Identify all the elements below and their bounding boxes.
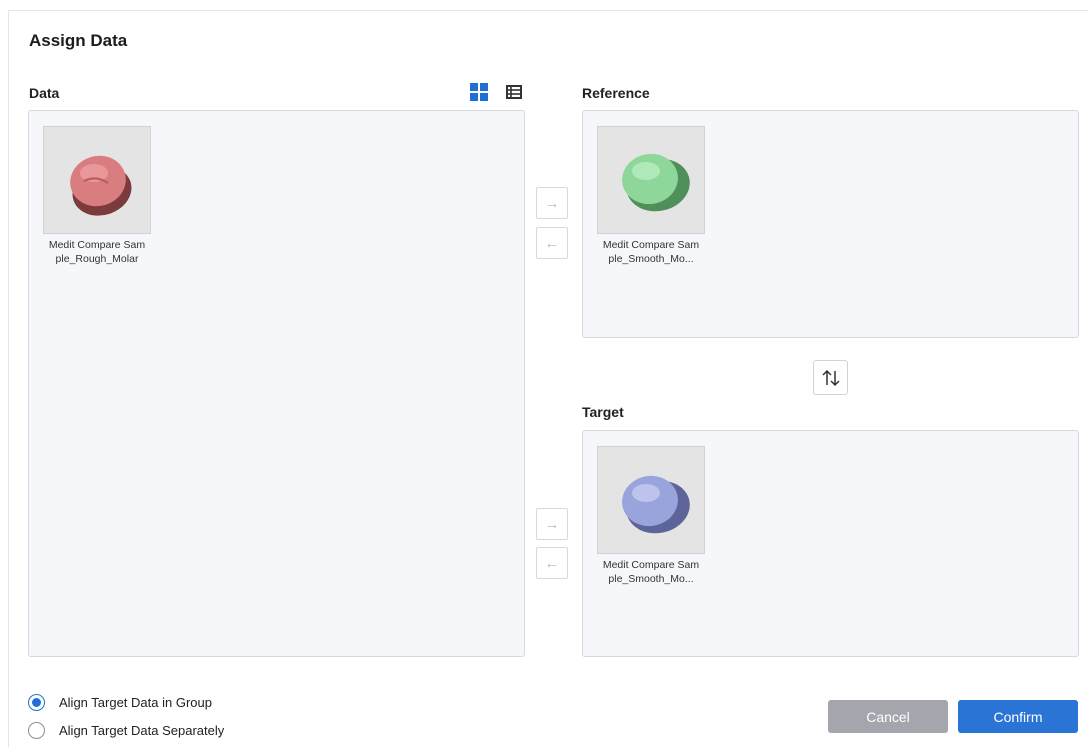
confirm-button[interactable]: Confirm <box>958 700 1078 733</box>
move-to-target-button[interactable]: → <box>536 508 568 540</box>
target-section-label: Target <box>582 404 624 420</box>
reference-section-label: Reference <box>582 85 650 101</box>
align-separately-label: Align Target Data Separately <box>59 723 225 738</box>
align-group-option[interactable]: Align Target Data in Group <box>28 694 212 711</box>
move-from-reference-button[interactable]: ← <box>536 227 568 259</box>
model-thumbnail <box>597 126 705 234</box>
reference-item-card[interactable]: Medit Compare Sample_Smooth_Mo... <box>597 126 705 266</box>
target-item-card[interactable]: Medit Compare Sample_Smooth_Mo... <box>597 446 705 586</box>
dialog-top-border <box>8 10 1088 11</box>
data-section-label: Data <box>29 85 60 101</box>
align-separately-option[interactable]: Align Target Data Separately <box>28 722 224 739</box>
data-item-label: Medit Compare Sample_Rough_Molar <box>48 239 146 265</box>
grid-view-icon[interactable] <box>470 83 488 101</box>
data-item-card[interactable]: Medit Compare Sample_Rough_Molar <box>43 126 151 266</box>
move-to-reference-button[interactable]: → <box>536 187 568 219</box>
move-from-target-button[interactable]: ← <box>536 547 568 579</box>
model-thumbnail <box>597 446 705 554</box>
swap-reference-target-button[interactable] <box>813 360 848 395</box>
arrow-right-icon: → <box>544 194 560 212</box>
radio-unchecked-icon[interactable] <box>28 722 45 739</box>
target-panel[interactable]: Medit Compare Sample_Smooth_Mo... <box>582 430 1079 657</box>
reference-item-label: Medit Compare Sample_Smooth_Mo... <box>602 239 700 265</box>
swap-vertical-icon <box>821 369 840 386</box>
list-view-icon[interactable] <box>506 84 524 102</box>
dialog-left-border <box>8 10 9 747</box>
arrow-left-icon: ← <box>544 554 560 572</box>
arrow-right-icon: → <box>544 515 560 533</box>
arrow-left-icon: ← <box>544 234 560 252</box>
target-item-label: Medit Compare Sample_Smooth_Mo... <box>602 559 700 585</box>
reference-panel[interactable]: Medit Compare Sample_Smooth_Mo... <box>582 110 1079 338</box>
radio-checked-icon[interactable] <box>28 694 45 711</box>
dialog-title: Assign Data <box>29 31 128 50</box>
align-group-label: Align Target Data in Group <box>59 695 212 710</box>
cancel-button[interactable]: Cancel <box>828 700 948 733</box>
model-thumbnail <box>43 126 151 234</box>
data-list-panel[interactable]: Medit Compare Sample_Rough_Molar <box>28 110 525 657</box>
